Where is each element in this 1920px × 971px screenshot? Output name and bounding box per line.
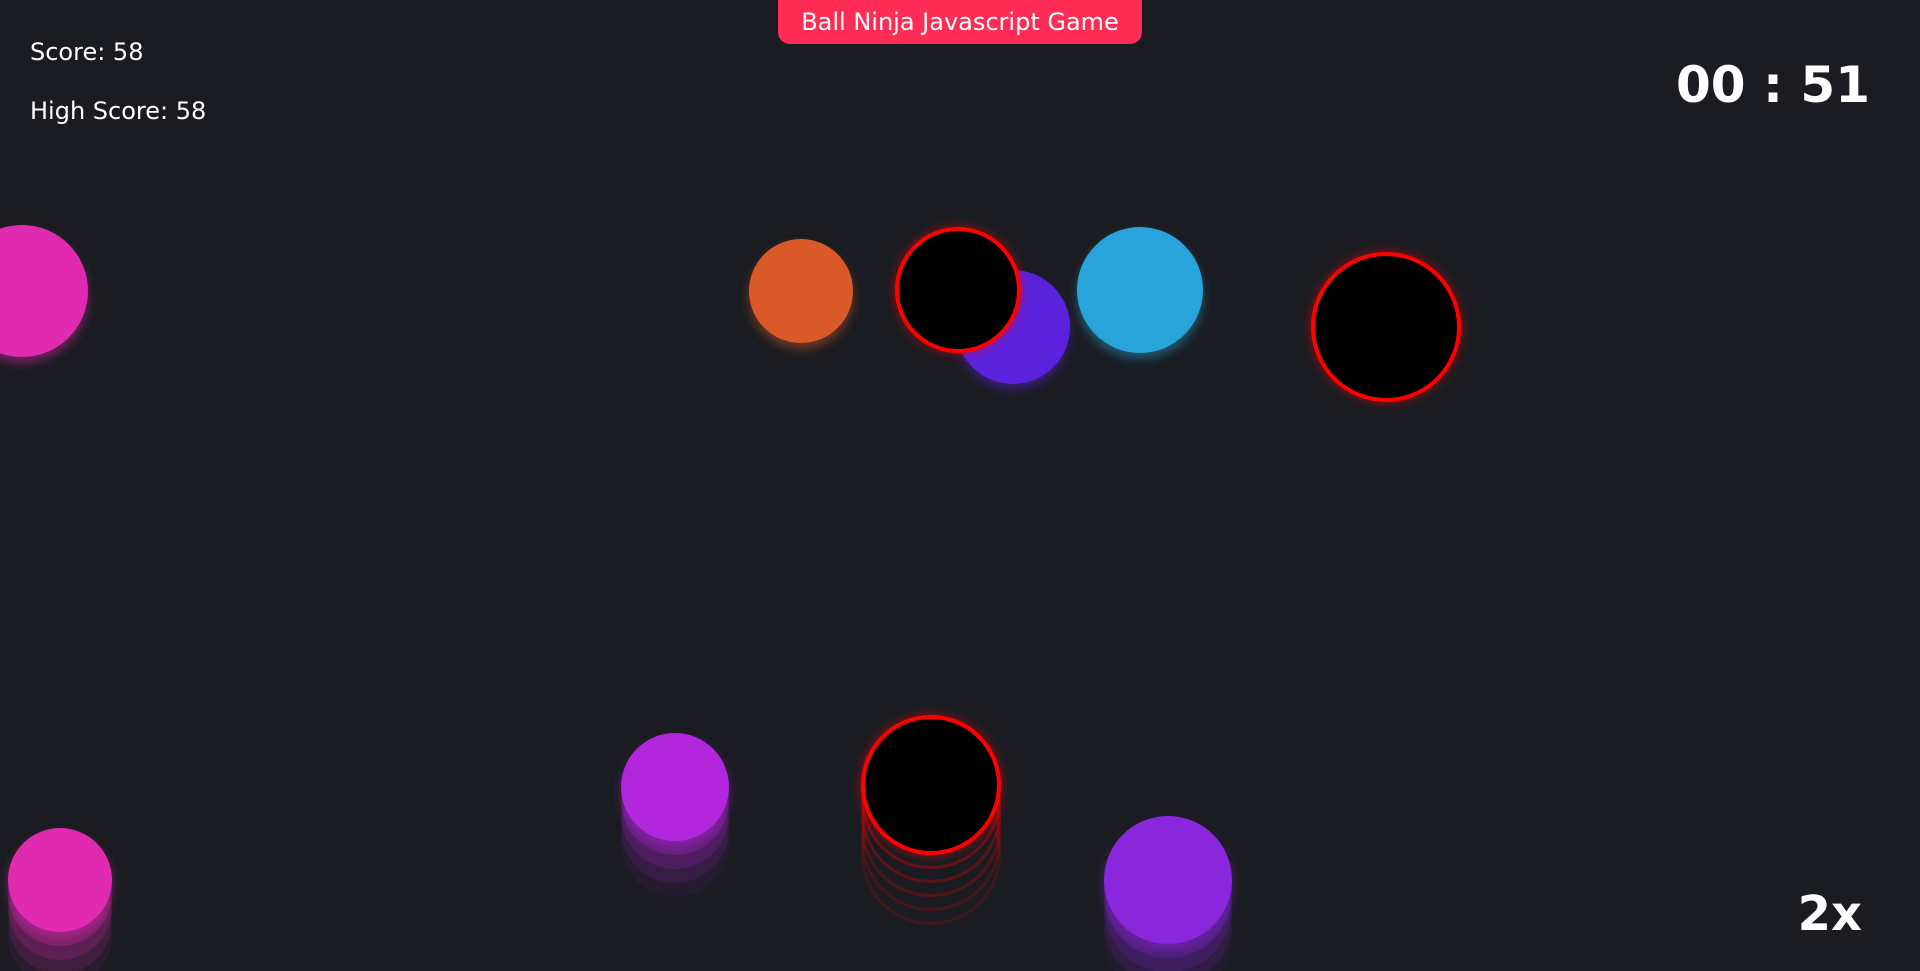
combo-multiplier: 2x [1797, 886, 1862, 942]
ball[interactable] [749, 239, 853, 343]
bomb[interactable] [895, 227, 1021, 353]
playfield[interactable] [0, 0, 1920, 971]
game-area[interactable]: Ball Ninja Javascript Game Score: 58 Hig… [0, 0, 1920, 971]
bomb[interactable] [861, 715, 1001, 855]
ball[interactable] [1104, 816, 1232, 944]
bomb[interactable] [1311, 252, 1461, 402]
ball[interactable] [621, 733, 729, 841]
ball[interactable] [0, 225, 88, 357]
ball[interactable] [1077, 227, 1203, 353]
ball[interactable] [8, 828, 112, 932]
